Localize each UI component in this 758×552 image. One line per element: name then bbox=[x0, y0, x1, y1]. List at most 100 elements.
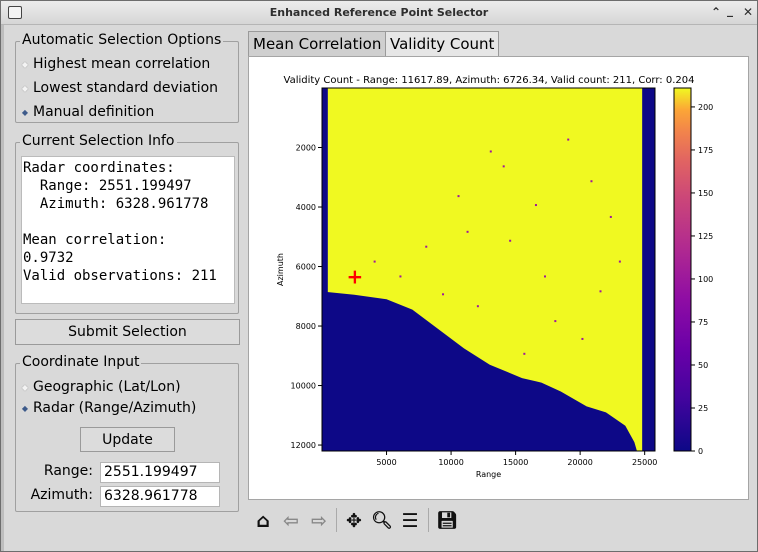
y-axis-label: Azimuth bbox=[276, 253, 285, 286]
invalid-speckle bbox=[523, 352, 526, 355]
invalid-speckle bbox=[590, 180, 593, 183]
radio-geographic[interactable]: ◆ Geographic (Lat/Lon) bbox=[20, 377, 181, 397]
y-tick-label: 6000 bbox=[296, 263, 316, 272]
radio-label: Manual definition bbox=[33, 104, 155, 120]
info-line: Valid observations: 211 bbox=[23, 268, 217, 284]
toolbar-separator bbox=[428, 508, 429, 532]
invalid-speckle bbox=[567, 138, 570, 141]
plot-canvas[interactable]: Validity Count - Range: 11617.89, Azimut… bbox=[248, 56, 749, 500]
colorbar-tick-label: 0 bbox=[698, 447, 703, 456]
maximize-button[interactable]: ⌃ bbox=[711, 5, 721, 19]
invalid-speckle bbox=[373, 260, 376, 263]
radio-indicator-icon: ◆ bbox=[21, 83, 29, 93]
heatmap-image bbox=[322, 88, 655, 451]
invalid-speckle bbox=[554, 320, 557, 323]
invalid-right-band bbox=[642, 88, 655, 451]
valid-edge-strip bbox=[637, 88, 643, 451]
x-tick-label: 5000 bbox=[376, 458, 396, 467]
auto-selection-group: Automatic Selection Options ◆ Highest me… bbox=[15, 32, 239, 123]
radio-indicator-icon: ◆ bbox=[21, 403, 29, 413]
invalid-speckle bbox=[534, 204, 537, 207]
auto-selection-group-title: Automatic Selection Options bbox=[20, 32, 224, 48]
radio-indicator-icon: ◆ bbox=[21, 59, 29, 69]
radio-manual-definition[interactable]: ◆ Manual definition bbox=[20, 102, 154, 122]
submit-selection-button[interactable]: Submit Selection bbox=[15, 319, 240, 345]
invalid-speckle bbox=[509, 239, 512, 242]
invalid-speckle bbox=[599, 290, 602, 293]
selection-info-text[interactable]: Radar coordinates: Range: 2551.199497 Az… bbox=[21, 156, 235, 304]
zoom-icon[interactable]: 🔍︎ bbox=[371, 510, 393, 532]
y-tick-label: 4000 bbox=[296, 203, 316, 212]
x-tick-label: 15000 bbox=[503, 458, 528, 467]
invalid-speckle bbox=[618, 260, 621, 263]
validity-count-chart[interactable]: Validity Count - Range: 11617.89, Azimut… bbox=[249, 57, 748, 499]
update-button[interactable]: Update bbox=[80, 427, 175, 452]
info-line: Range: 2551.199497 bbox=[23, 178, 192, 194]
toolbar-separator bbox=[336, 508, 337, 532]
range-input[interactable]: 2551.199497 bbox=[100, 462, 220, 483]
radio-label: Lowest standard deviation bbox=[33, 80, 219, 96]
main-window: Enhanced Reference Point Selector ⌃ _ ✕ … bbox=[0, 0, 758, 552]
colorbar-tick-label: 200 bbox=[698, 103, 713, 112]
invalid-speckle bbox=[581, 337, 584, 340]
y-tick-label: 8000 bbox=[296, 322, 316, 331]
colorbar-tick-label: 100 bbox=[698, 275, 713, 284]
forward-icon[interactable]: ⇨ bbox=[308, 510, 330, 532]
invalid-speckle bbox=[489, 150, 492, 153]
save-icon[interactable]: 💾︎ bbox=[436, 510, 458, 532]
tab-validity-count[interactable]: Validity Count bbox=[385, 31, 500, 56]
chart-title: Validity Count - Range: 11617.89, Azimut… bbox=[284, 75, 695, 86]
window-left-edge bbox=[1, 25, 4, 551]
azimuth-input[interactable]: 6328.961778 bbox=[100, 486, 220, 507]
range-label: Range: bbox=[43, 463, 93, 479]
reference-point-marker: + bbox=[347, 264, 364, 288]
invalid-speckle bbox=[457, 195, 460, 198]
colorbar-tick-label: 175 bbox=[698, 146, 713, 155]
colorbar-tick-label: 150 bbox=[698, 189, 713, 198]
info-line bbox=[22, 213, 234, 231]
colorbar-tick-label: 25 bbox=[698, 404, 708, 413]
colorbar-ticks: 0 25 50 75 100 125 150 175 200 bbox=[691, 103, 713, 456]
invalid-speckle bbox=[544, 275, 546, 278]
colorbar-tick-label: 75 bbox=[698, 318, 708, 327]
y-tick-label: 2000 bbox=[296, 144, 316, 153]
close-button[interactable]: ✕ bbox=[743, 5, 753, 19]
title-bar[interactable]: Enhanced Reference Point Selector ⌃ _ ✕ bbox=[1, 1, 757, 25]
radio-lowest-standard-deviation[interactable]: ◆ Lowest standard deviation bbox=[20, 78, 218, 98]
tab-mean-correlation[interactable]: Mean Correlation bbox=[248, 31, 387, 56]
x-tick-label: 25000 bbox=[632, 458, 657, 467]
colorbar-tick-label: 125 bbox=[698, 232, 713, 241]
radio-radar[interactable]: ◆ Radar (Range/Azimuth) bbox=[20, 398, 196, 418]
coordinate-input-title: Coordinate Input bbox=[20, 354, 142, 370]
configure-subplots-icon[interactable]: ☰ bbox=[399, 510, 421, 532]
invalid-speckle bbox=[466, 230, 469, 233]
info-line: 0.9732 bbox=[23, 250, 74, 266]
radio-highest-mean-correlation[interactable]: ◆ Highest mean correlation bbox=[20, 54, 210, 74]
colorbar bbox=[673, 87, 692, 452]
azimuth-label: Azimuth: bbox=[30, 487, 93, 503]
y-tick-label: 12000 bbox=[291, 441, 316, 450]
x-tick-label: 20000 bbox=[567, 458, 592, 467]
radio-label: Highest mean correlation bbox=[33, 56, 211, 72]
invalid-speckle bbox=[442, 293, 445, 296]
radio-indicator-icon: ◆ bbox=[21, 107, 29, 117]
minimize-button[interactable]: _ bbox=[727, 3, 733, 17]
colorbar-tick-label: 50 bbox=[698, 361, 708, 370]
invalid-speckle bbox=[399, 275, 402, 278]
home-icon[interactable]: ⌂ bbox=[252, 510, 274, 532]
info-line: Mean correlation: bbox=[23, 232, 167, 248]
info-line: Azimuth: 6328.961778 bbox=[23, 196, 209, 212]
radio-label: Radar (Range/Azimuth) bbox=[33, 400, 197, 416]
y-tick-label: 10000 bbox=[291, 382, 316, 391]
x-axis-label: Range bbox=[476, 470, 501, 479]
window-title: Enhanced Reference Point Selector bbox=[269, 6, 489, 19]
matplotlib-toolbar: ⌂ ⇦ ⇨ ✥ 🔍︎ ☰ 💾︎ bbox=[248, 500, 749, 542]
invalid-speckle bbox=[609, 215, 612, 218]
pan-icon[interactable]: ✥ bbox=[343, 510, 365, 532]
current-selection-info-title: Current Selection Info bbox=[20, 133, 177, 149]
invalid-speckle bbox=[502, 165, 505, 168]
info-line: Radar coordinates: bbox=[23, 160, 175, 176]
back-icon[interactable]: ⇦ bbox=[280, 510, 302, 532]
invalid-speckle bbox=[425, 245, 428, 248]
invalid-left-band bbox=[322, 88, 328, 451]
